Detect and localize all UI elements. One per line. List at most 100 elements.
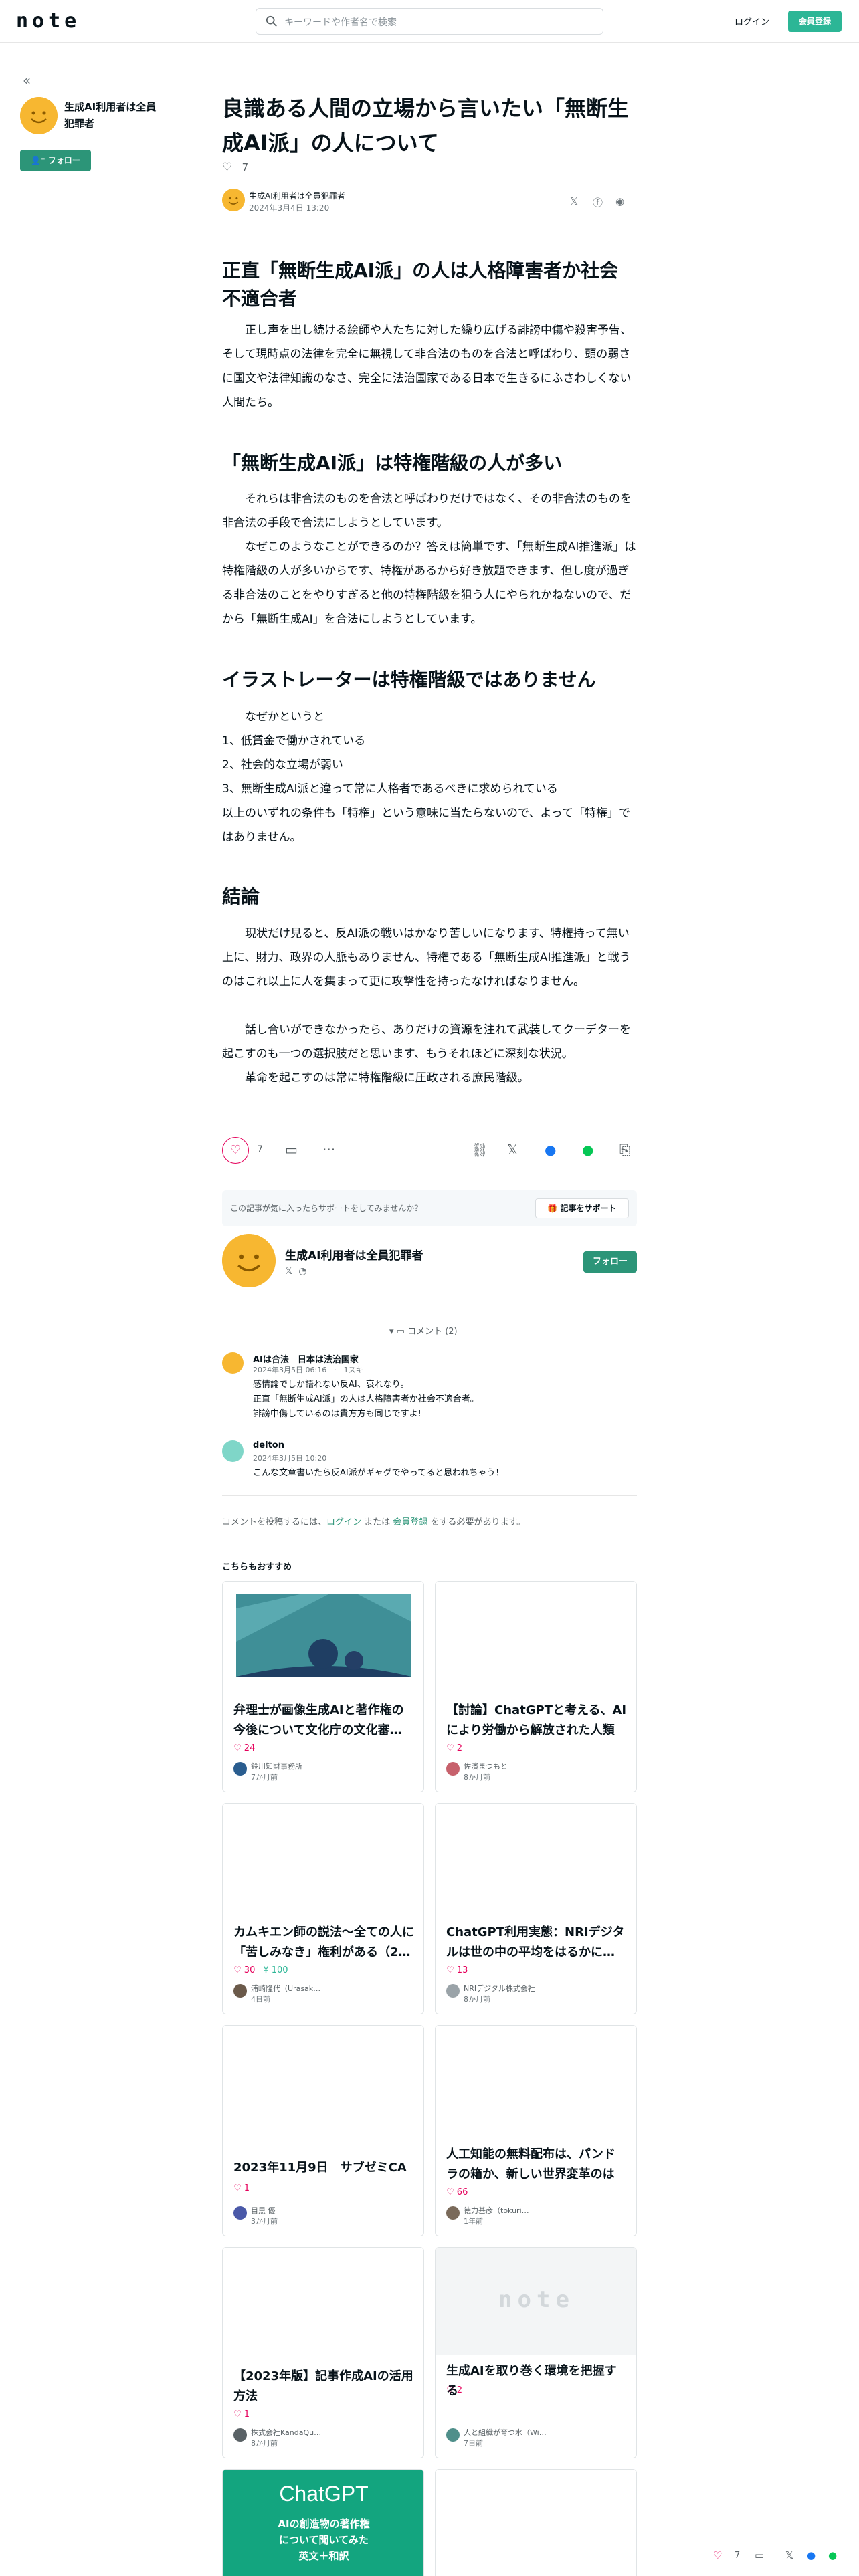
promo-line: について聞いてみた (278, 2534, 369, 2546)
facebook-share-icon[interactable]: ● (545, 1142, 556, 1158)
recommend-card[interactable]: カムキエン師の説法〜全ての人に「苦しみなき」権利がある（2… ♡ 30 ¥ 100… (222, 1803, 424, 2014)
like-count-top[interactable]: ♡ 7 (222, 160, 637, 174)
author-card-name[interactable]: 生成AI利用者は全員犯罪者 (285, 1246, 423, 1263)
card-like-count: 66 (456, 2187, 468, 2197)
section-paragraph: それらは非合法のものを合法と呼ばわりだけではなく、その非合法のものを非合法の手段… (222, 492, 632, 530)
prompt-login-link[interactable]: ログイン (326, 1517, 361, 1527)
author-avatar[interactable] (20, 97, 58, 134)
tip-icon: ¥ (263, 1965, 272, 1975)
gift-icon: 🎁 (547, 1204, 561, 1213)
collapse-chevron-icon[interactable]: « (23, 72, 31, 88)
card-date: 8か月前 (464, 1773, 490, 1782)
sidebar-author-name[interactable]: 生成AI利用者は全員犯罪者 (64, 99, 165, 132)
recommend-card[interactable]: 弁理士が画像生成AIと著作権の今後について文化庁の文化審… ♡ 24 鈴川知財事… (222, 1581, 424, 1792)
comment-body: 感情論でしか語れない反AI、哀れなり。 正直「無断生成AI派」の人は人格障害者か… (253, 1378, 479, 1422)
x-share-icon[interactable]: 𝕏 (507, 1142, 518, 1158)
embed-icon[interactable]: ⎘ (619, 1142, 630, 1158)
rss-icon[interactable]: ◔ (298, 1266, 306, 1277)
comments-toggle[interactable]: ▾ ▭ コメント (2) (389, 1324, 458, 1337)
card-title: 人工知能の無料配布は、パンドラの箱か、新しい世界変革のはじ… (446, 2147, 615, 2181)
card-title: 【討論】ChatGPTと考える、AIにより労働から解放された人類は… (446, 1703, 627, 1737)
card-author: 鈴川知財事務所 (251, 1762, 302, 1771)
x-share-icon[interactable]: 𝕏 (570, 195, 578, 207)
card-thumbnail (436, 1804, 636, 1911)
section-heading-3: イラストレーターは特権階級ではありません (222, 669, 596, 691)
section-heading-1: 正直「無断生成AI派」の人は人格障害者か社会不適合者 (222, 259, 619, 310)
card-author: 徳力基彦（tokuri… (464, 2206, 529, 2215)
search-icon (266, 15, 277, 27)
recommend-card[interactable]: 2023年11月9日 サブゼミCA ♡ 1 目黒 優 3か月前 (222, 2025, 424, 2236)
author-avatar-small (222, 189, 245, 211)
smiley-icon (20, 97, 58, 134)
comment-line: 誹謗中傷しているのは貴方方も同じですよ! (253, 1409, 421, 1419)
line-share-icon[interactable]: ● (582, 1142, 593, 1158)
x-icon[interactable]: 𝕏 (285, 1266, 292, 1277)
card-like-count: 1 (244, 2409, 250, 2420)
card-author-avatar (233, 1984, 247, 1998)
author-social-links: 𝕏 ◔ (285, 1266, 306, 1277)
recommend-card[interactable]: 【2023年版】記事作成AIの活用方法 ♡ 1 株式会社KandaQu… 8か月… (222, 2247, 424, 2458)
link-copy-icon[interactable]: ⛓ (471, 1142, 488, 1158)
support-button[interactable]: 🎁 記事をサポート (535, 1198, 629, 1218)
facebook-share-icon[interactable]: ⓕ (593, 195, 603, 209)
card-like-count: 13 (456, 1965, 468, 1975)
card-likes: ♡ 1 (233, 2183, 250, 2193)
prompt-text: をする必要があります。 (427, 1517, 526, 1527)
author-name[interactable]: 生成AI利用者は全員犯罪者 (249, 190, 345, 201)
prompt-signup-link[interactable]: 会員登録 (393, 1517, 427, 1527)
line-share-icon[interactable]: ● (828, 2549, 837, 2561)
smiley-icon (222, 189, 245, 211)
heart-icon: ♡ (233, 1965, 244, 1975)
more-options-icon[interactable]: ··· (322, 1142, 335, 1158)
article-title: 良識ある人間の立場から言いたい「無断生成AI派」の人について (222, 96, 630, 156)
facebook-share-icon[interactable]: ● (807, 2549, 816, 2561)
recommend-card[interactable]: ChatGPT利用実態：NRIデジタルは世の中の平均をはるかに… ♡ 13 NR… (435, 1803, 637, 2014)
commenter-name[interactable]: delton (253, 1440, 284, 1451)
note-logo[interactable]: note (16, 9, 80, 33)
heart-icon[interactable]: ♡ (713, 2549, 722, 2561)
list-item: 1、低賃金で働かされている (222, 734, 366, 748)
user-plus-icon: 👤⁺ (31, 156, 48, 165)
recommend-card[interactable]: 人工知能の無料配布は、パンドラの箱か、新しい世界変革のはじ… ♡ 66 徳力基彦… (435, 2025, 637, 2236)
recommend-card[interactable]: ChatGPT AIの創造物の著作権 について聞いてみた 英文＋和訳 (222, 2469, 424, 2576)
recommend-heading: こちらもおすすめ (222, 1562, 292, 1572)
commenter-name[interactable]: AIは合法 日本は法治国家 (253, 1352, 359, 1365)
recommend-card[interactable]: 【討論】ChatGPTと考える、AIにより労働から解放された人類は… ♡ 2 佐… (435, 1581, 637, 1792)
comment-icon[interactable]: ▭ (285, 1142, 298, 1158)
card-author: 佐濱まつもと (464, 1762, 508, 1771)
recommend-card[interactable] (435, 2469, 637, 2576)
card-author-avatar (446, 1762, 460, 1776)
search-box[interactable]: キーワードや作者名で検索 (256, 8, 603, 35)
like-button[interactable]: ♡ (222, 1137, 249, 1164)
card-like-count: 2 (456, 2385, 463, 2395)
signup-button[interactable]: 会員登録 (788, 11, 842, 32)
card-thumbnail (436, 2026, 636, 2133)
floating-action-bar: ♡ 7 ▭ 𝕏 ● ● (710, 2545, 851, 2569)
comment-body: こんな文章書いたら反AI派がギャグでやってると思われちゃう！ (253, 1466, 504, 1481)
card-date: 8か月前 (251, 2439, 278, 2448)
sidebar-follow-button[interactable]: 👤⁺ フォロー (20, 150, 91, 171)
card-thumbnail (223, 2026, 423, 2133)
card-author-avatar (446, 2428, 460, 2442)
heart-icon: ♡ (446, 1743, 457, 1753)
card-author-avatar (233, 2206, 247, 2220)
section-heading-4: 結論 (222, 885, 260, 907)
recommend-card[interactable]: note 生成AIを取り巻く環境を把握する ♡ 2 人と組織が育つ水（Wi… 7… (435, 2247, 637, 2458)
section-paragraph: なぜこのようなことができるのか？答えは簡単です、「無断生成AI推進派」は特権階級… (222, 540, 636, 626)
comment-icon[interactable]: ▭ (755, 2549, 764, 2561)
heart-icon: ♡ (446, 1965, 457, 1975)
line-share-icon[interactable]: ◉ (615, 195, 624, 207)
support-text: この記事が気に入ったらサポートをしてみませんか？ (230, 1204, 423, 1213)
x-share-icon[interactable]: 𝕏 (785, 2549, 793, 2561)
author-avatar-large[interactable] (222, 1234, 276, 1287)
card-like-count: 24 (244, 1743, 256, 1753)
commenter-avatar[interactable] (222, 1352, 244, 1374)
card-date: 3か月前 (251, 2217, 278, 2226)
commenter-avatar[interactable] (222, 1440, 244, 1462)
card-title: ChatGPT利用実態：NRIデジタルは世の中の平均をはるかに… (446, 1925, 625, 1959)
author-card-follow-button[interactable]: フォロー (583, 1251, 637, 1273)
card-likes: ♡ 66 (446, 2187, 468, 2197)
heart-icon: ♡ (233, 2183, 244, 2193)
login-link[interactable]: ログイン (735, 15, 769, 27)
card-like-count: 1 (244, 2183, 250, 2193)
